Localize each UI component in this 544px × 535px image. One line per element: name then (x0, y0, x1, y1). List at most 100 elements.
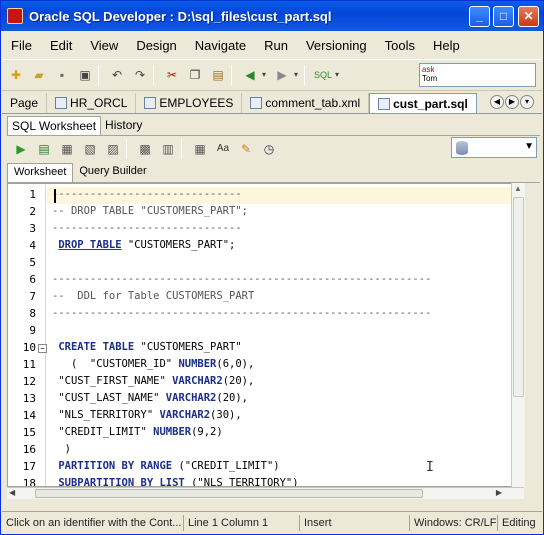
tab-employees[interactable]: EMPLOYEES (136, 93, 243, 113)
redo-icon[interactable]: ↷ (131, 66, 149, 84)
code-line: -- DROP TABLE "CUSTOMERS_PART"; (52, 205, 248, 217)
cut-icon[interactable]: ✂ (163, 66, 181, 84)
code-line: ------------------------------ (52, 222, 242, 234)
menu-design[interactable]: Design (127, 38, 185, 53)
code-line: ----------------------------------------… (52, 273, 432, 285)
line-number: 10 (22, 341, 36, 354)
tab-navigation: ◀ ▶ ▾ (489, 95, 534, 109)
status-position: Line 1 Column 1 (184, 514, 300, 531)
back-icon[interactable]: ◀ (241, 66, 259, 84)
line-number: 14 (22, 409, 36, 422)
format-case-icon[interactable]: Aa (214, 140, 232, 158)
menu-bar: File Edit View Design Navigate Run Versi… (2, 33, 542, 57)
line-number: 18 (22, 477, 36, 487)
app-icon[interactable] (7, 8, 23, 24)
mouse-ibeam-cursor: I (426, 460, 434, 475)
menu-run[interactable]: Run (255, 38, 297, 53)
undo-icon[interactable]: ↶ (108, 66, 126, 84)
ask-tom-search[interactable]: ask Tom (419, 63, 536, 87)
database-icon (456, 140, 468, 155)
sql-tuning-icon[interactable]: ▦ (191, 140, 209, 158)
xml-icon (250, 97, 263, 109)
vertical-scrollbar[interactable]: ▲ (511, 183, 525, 487)
toolbar-separator (231, 65, 232, 85)
tab-page[interactable]: Page (2, 93, 48, 113)
line-number: 8 (29, 307, 36, 320)
copy-icon[interactable]: ❐ (186, 66, 204, 84)
menu-help[interactable]: Help (424, 38, 469, 53)
status-mode: Insert (300, 514, 410, 531)
menu-edit[interactable]: Edit (41, 38, 81, 53)
tab-cust-part-sql[interactable]: cust_part.sql (369, 93, 477, 113)
line-number: 13 (22, 392, 36, 405)
minimize-button[interactable]: _ (469, 6, 490, 27)
status-state: Editing (502, 516, 536, 529)
code-line: "CUST_LAST_NAME" VARCHAR2(20), (52, 392, 248, 404)
new-icon[interactable]: ✚ (7, 66, 25, 84)
run-script-icon[interactable]: ▤ (35, 140, 53, 158)
code-line: "NLS_TERRITORY" VARCHAR2(30), (52, 409, 242, 421)
open-folder-icon[interactable]: ▰ (30, 66, 48, 84)
tab-prev-icon[interactable]: ◀ (490, 95, 504, 109)
code-line: PARTITION BY RANGE ("CREDIT_LIMIT") (58, 460, 280, 472)
vertical-scroll-thumb[interactable] (513, 197, 524, 397)
scroll-right-icon[interactable]: ▶ (496, 488, 502, 497)
forward-dropdown-icon[interactable]: ▾ (292, 66, 300, 84)
window-title: Oracle SQL Developer : D:\sql_files\cust… (29, 8, 332, 24)
clear-eraser-icon[interactable]: ✎ (237, 140, 255, 158)
horizontal-scrollbar[interactable]: ◀ ▶ (7, 487, 524, 499)
rollback-icon[interactable]: ▧ (81, 140, 99, 158)
tab-label: HR_ORCL (70, 96, 128, 110)
tab-label: Page (10, 96, 39, 110)
menu-versioning[interactable]: Versioning (297, 38, 376, 53)
commit-icon[interactable]: ▦ (58, 140, 76, 158)
execute-explain-icon[interactable]: ▩ (136, 140, 154, 158)
code-line: ) (52, 443, 71, 455)
sql-dropdown-icon[interactable]: ▾ (333, 66, 341, 84)
editor-subtabs: Worksheet Query Builder (7, 163, 540, 183)
document-tabs: Page HR_ORCL EMPLOYEES comment_tab.xml c… (2, 92, 542, 114)
paste-icon[interactable]: ▤ (209, 66, 227, 84)
scroll-left-icon[interactable]: ◀ (9, 488, 15, 497)
tom-label: Tom (422, 74, 438, 83)
line-number: 9 (29, 324, 36, 337)
save-icon[interactable]: ▪ (53, 66, 71, 84)
tab-worksheet[interactable]: Worksheet (7, 163, 74, 182)
chevron-down-icon: ▼ (524, 141, 534, 152)
code-line: -- DDL for Table CUSTOMERS_PART (52, 290, 255, 302)
tab-list-icon[interactable]: ▾ (520, 95, 534, 109)
maximize-button[interactable]: □ (493, 6, 514, 27)
autotrace-icon[interactable]: ▥ (159, 140, 177, 158)
menu-file[interactable]: File (2, 38, 41, 53)
sql-editor[interactable]: 1 2 3 4 5 6 7 8 9 10−11 12 13 14 15 16 17 18 -----------… (7, 183, 524, 487)
line-number: 2 (29, 205, 36, 218)
title-bar[interactable]: Oracle SQL Developer : D:\sql_files\cust… (1, 1, 543, 31)
connection-selector[interactable]: ▼ (451, 137, 537, 158)
sql-icon[interactable]: SQL (314, 66, 332, 84)
fold-toggle-icon[interactable]: − (38, 344, 47, 353)
run-statement-icon[interactable]: ▶ (12, 140, 30, 158)
tab-comment-tab-xml[interactable]: comment_tab.xml (242, 93, 370, 113)
line-number: 15 (22, 426, 36, 439)
close-button[interactable]: ✕ (518, 6, 539, 27)
line-number: 12 (22, 375, 36, 388)
back-dropdown-icon[interactable]: ▾ (260, 66, 268, 84)
tab-sql-worksheet[interactable]: SQL Worksheet (7, 116, 102, 136)
worksheet-tabs: SQL Worksheet History (7, 116, 146, 136)
tab-history[interactable]: History (101, 116, 146, 136)
forward-icon[interactable]: ▶ (273, 66, 291, 84)
tab-hr-orcl[interactable]: HR_ORCL (47, 93, 137, 113)
history-icon[interactable]: ◷ (260, 140, 278, 158)
horizontal-scroll-thumb[interactable] (35, 489, 423, 498)
scroll-up-icon[interactable]: ▲ (514, 184, 522, 193)
menu-tools[interactable]: Tools (376, 38, 424, 53)
toolbar-separator (304, 65, 305, 85)
status-eol: Windows: CR/LF (410, 514, 498, 531)
cancel-icon[interactable]: ▨ (104, 140, 122, 158)
save-all-icon[interactable]: ▣ (76, 66, 94, 84)
menu-navigate[interactable]: Navigate (186, 38, 255, 53)
tab-next-icon[interactable]: ▶ (505, 95, 519, 109)
tab-query-builder[interactable]: Query Builder (73, 163, 152, 182)
menu-view[interactable]: View (81, 38, 127, 53)
code-line: DROP TABLE "CUSTOMERS_PART"; (58, 239, 236, 251)
